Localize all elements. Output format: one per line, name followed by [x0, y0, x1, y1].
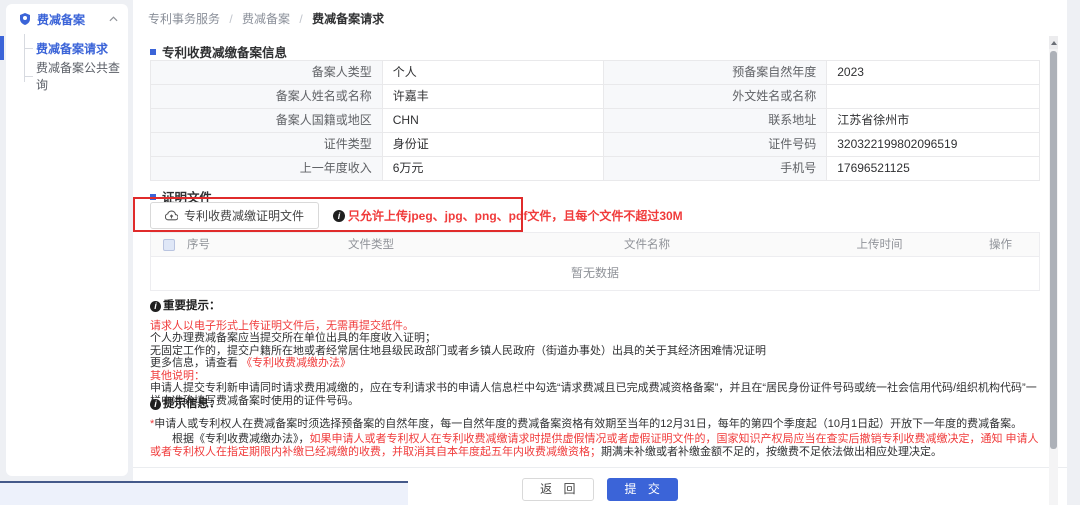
important-notice-title: i 重要提示： [150, 300, 1045, 313]
table-row: 备案人类型 个人 预备案自然年度 2023 [151, 61, 1039, 85]
notice-line: 更多信息，请查看 《专利收费减缴办法》 [150, 357, 1045, 370]
upload-note: i 只允许上传jpeg、jpg、png、pdf文件，且每个文件不超过30M [333, 207, 683, 224]
chevron-up-icon [109, 16, 118, 22]
field-label: 外文姓名或名称 [604, 85, 827, 108]
breadcrumb-separator: / [229, 12, 232, 26]
scrollbar-thumb[interactable] [1050, 51, 1057, 449]
tips-title: i 提示信息： [150, 398, 1045, 411]
breadcrumb-current: 费减备案请求 [312, 12, 384, 26]
table-row: 备案人国籍或地区 CHN 联系地址 江苏省徐州市 [151, 109, 1039, 133]
scroll-up-arrow-icon [1051, 41, 1057, 45]
tips-title-text: 提示信息： [163, 398, 221, 411]
field-value: 6万元 [383, 157, 605, 180]
field-label: 预备案自然年度 [604, 61, 827, 84]
tips-section: i 提示信息： *申请人或专利权人在费减备案时须选择预备案的自然年度，每一自然年… [150, 398, 1045, 458]
upload-note-text: 只允许上传jpeg、jpg、png、pdf文件，且每个文件不超过30M [348, 207, 683, 224]
info-icon: i [333, 210, 345, 222]
tips-paragraph: 根据《专利收费减缴办法》，如果申请人或者专利权人在专利收费减缴请求时提供虚假情况… [150, 433, 1045, 458]
notice-line: 个人办理费减备案应当提交所在单位出具的年度收入证明； [150, 332, 1045, 345]
notice-title-text: 重要提示： [163, 300, 221, 313]
table-row: 备案人姓名或名称 许嘉丰 外文姓名或名称 [151, 85, 1039, 109]
sidebar-group-label: 费减备案 [37, 11, 109, 28]
upload-proof-file-button[interactable]: 专利收费减缴证明文件 [150, 202, 319, 229]
breadcrumb: 专利事务服务 / 费减备案 / 费减备案请求 [148, 10, 384, 27]
tips-text: 期满未补缴或者补缴金额不足的，按缴费不足依法做出相应处理决定。 [601, 446, 942, 458]
breadcrumb-separator: / [299, 12, 302, 26]
tips-text: 根据《专利收费减缴办法》， [172, 433, 310, 445]
field-value: 身份证 [383, 133, 605, 156]
sidebar: 费减备案 费减备案请求 费减备案公共查询 [6, 4, 128, 476]
column-header-file-type: 文件类型 [245, 233, 497, 256]
section-bullet-icon [150, 49, 156, 55]
field-label: 备案人类型 [151, 61, 383, 84]
upload-button-label: 专利收费减缴证明文件 [184, 207, 304, 224]
notice-line: 请求人以电子形式上传证明文件后，无需再提交纸件。 [150, 320, 1045, 333]
field-label: 证件号码 [604, 133, 827, 156]
notice-other-label: 其他说明： [150, 370, 1045, 383]
sidebar-item-label: 费减备案请求 [36, 40, 108, 57]
column-header-file-name: 文件名称 [497, 233, 797, 256]
filing-info-table: 备案人类型 个人 预备案自然年度 2023 备案人姓名或名称 许嘉丰 外文姓名或… [150, 60, 1040, 181]
field-label: 上一年度收入 [151, 157, 383, 180]
sidebar-item-feijian-public-query[interactable]: 费减备案公共查询 [6, 62, 128, 90]
field-label: 备案人姓名或名称 [151, 85, 383, 108]
important-notice: i 重要提示： 请求人以电子形式上传证明文件后，无需再提交纸件。 个人办理费减备… [150, 300, 1045, 407]
column-header-actions: 操作 [962, 233, 1039, 256]
field-value [827, 85, 1039, 108]
notice-line: 无固定工作的，提交户籍所在地或者经常居住地县级民政部门或者乡镇人民政府（街道办事… [150, 345, 1045, 358]
table-row: 证件类型 身份证 证件号码 320322199802096519 [151, 133, 1039, 157]
badge-icon [19, 13, 31, 25]
field-label: 联系地址 [604, 109, 827, 132]
column-header-upload-time: 上传时间 [797, 233, 962, 256]
field-label: 备案人国籍或地区 [151, 109, 383, 132]
field-value: 个人 [383, 61, 605, 84]
tips-text: 申请人或专利权人在费减备案时须选择预备案的自然年度，每一自然年度的费减备案资格有… [154, 418, 1022, 430]
scrollbar[interactable] [1049, 36, 1058, 505]
footer-divider [133, 467, 1067, 468]
notice-text: 更多信息，请查看 [150, 357, 241, 369]
scroll-up-button[interactable] [1049, 36, 1058, 49]
section-title-text: 专利收费减缴备案信息 [162, 42, 287, 61]
field-label: 证件类型 [151, 133, 383, 156]
field-value: CHN [383, 109, 605, 132]
field-value: 江苏省徐州市 [827, 109, 1039, 132]
breadcrumb-item[interactable]: 专利事务服务 [148, 12, 220, 26]
main-content: 专利事务服务 / 费减备案 / 费减备案请求 专利收费减缴备案信息 备案人类型 … [133, 0, 1067, 505]
empty-state: 暂无数据 [151, 257, 1039, 290]
bottom-window-edge [0, 481, 408, 505]
sidebar-group-feijian-beian[interactable]: 费减备案 [6, 4, 128, 34]
upload-row: 专利收费减缴证明文件 i 只允许上传jpeg、jpg、png、pdf文件，且每个… [150, 202, 683, 229]
files-table: 序号 文件类型 文件名称 上传时间 操作 暂无数据 [150, 232, 1040, 291]
files-table-header: 序号 文件类型 文件名称 上传时间 操作 [151, 233, 1039, 257]
field-label: 手机号 [604, 157, 827, 180]
submit-button[interactable]: 提 交 [607, 478, 678, 501]
fee-reduction-measures-link[interactable]: 《专利收费减缴办法》 [241, 357, 351, 369]
info-icon: i [150, 399, 161, 410]
column-header-index: 序号 [187, 233, 245, 256]
sidebar-tree: 费减备案请求 费减备案公共查询 [6, 34, 128, 90]
field-value: 许嘉丰 [383, 85, 605, 108]
breadcrumb-item[interactable]: 费减备案 [242, 12, 290, 26]
field-value: 17696521125 [827, 157, 1039, 180]
section-title-filing-info: 专利收费减缴备案信息 [150, 42, 287, 61]
tips-line: *申请人或专利权人在费减备案时须选择预备案的自然年度，每一自然年度的费减备案资格… [150, 418, 1045, 431]
sidebar-item-feijian-request[interactable]: 费减备案请求 [6, 34, 128, 62]
select-all-checkbox[interactable] [163, 239, 175, 251]
field-value: 2023 [827, 61, 1039, 84]
back-button[interactable]: 返 回 [522, 478, 593, 501]
sidebar-item-label: 费减备案公共查询 [36, 59, 128, 93]
field-value: 320322199802096519 [827, 133, 1039, 156]
table-row: 上一年度收入 6万元 手机号 17696521125 [151, 157, 1039, 181]
section-bullet-icon [150, 194, 156, 200]
upload-cloud-icon [165, 210, 178, 221]
info-icon: i [150, 301, 161, 312]
